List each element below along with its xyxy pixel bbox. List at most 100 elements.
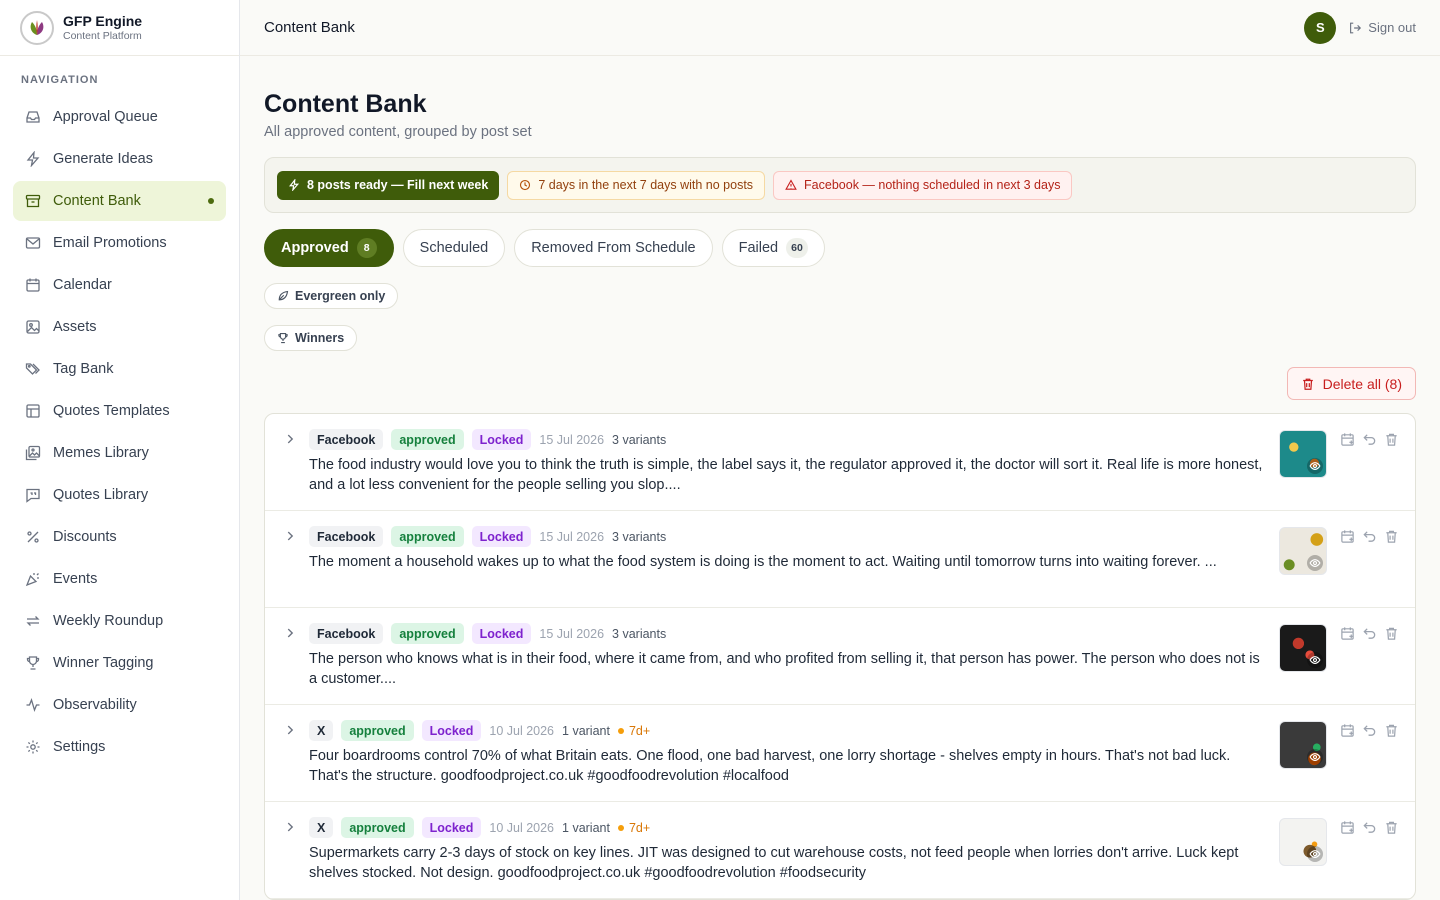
sidebar-item-approval-queue[interactable]: Approval Queue xyxy=(13,97,226,137)
sidebar-item-winner-tagging[interactable]: Winner Tagging xyxy=(13,643,226,683)
sidebar-item-memes-library[interactable]: Memes Library xyxy=(13,433,226,473)
brand-logo xyxy=(20,10,54,45)
sidebar-item-calendar[interactable]: Calendar xyxy=(13,265,226,305)
avatar[interactable]: S xyxy=(1304,11,1337,44)
sidebar-item-settings[interactable]: Settings xyxy=(13,727,226,767)
sidebar-item-events[interactable]: Events xyxy=(13,559,226,599)
status-badge: approved xyxy=(391,526,464,547)
gear-icon xyxy=(25,739,41,755)
undo-icon[interactable] xyxy=(1361,528,1377,544)
sidebar-item-generate-ideas[interactable]: Generate Ideas xyxy=(13,139,226,179)
post-date: 15 Jul 2026 xyxy=(539,626,605,641)
post-text: The food industry would love you to thin… xyxy=(309,457,1263,493)
chevron-right-icon[interactable] xyxy=(282,625,298,641)
sidebar-item-content-bank[interactable]: Content Bank xyxy=(13,181,226,221)
lock-badge: Locked xyxy=(421,720,482,741)
sidebar-item-label: Discounts xyxy=(53,529,117,545)
sign-out-button[interactable]: Sign out xyxy=(1348,20,1416,35)
schedule-icon[interactable] xyxy=(1339,528,1355,544)
row-actions xyxy=(1339,431,1405,447)
variant-count: 3 variants xyxy=(612,626,667,641)
alert-bar: 8 posts ready — Fill next week 7 days in… xyxy=(264,157,1416,213)
schedule-icon[interactable] xyxy=(1339,431,1355,447)
undo-icon[interactable] xyxy=(1361,722,1377,738)
winners-filter[interactable]: Winners xyxy=(264,325,358,351)
sidebar-item-label: Content Bank xyxy=(53,193,141,209)
platform-badge: X xyxy=(309,720,334,741)
trash-icon[interactable] xyxy=(1383,528,1399,544)
post-meta: X approved Locked 10 Jul 2026 1 variant … xyxy=(309,720,650,741)
post-thumbnail[interactable] xyxy=(1279,430,1327,478)
post-thumbnail[interactable] xyxy=(1279,721,1327,769)
sidebar-item-label: Quotes Templates xyxy=(53,403,170,419)
post-row[interactable]: Facebook approved Locked 15 Jul 2026 3 v… xyxy=(265,608,1415,705)
trash-icon[interactable] xyxy=(1383,819,1399,835)
trash-icon[interactable] xyxy=(1383,625,1399,641)
tags-icon xyxy=(25,361,41,377)
tab-approved[interactable]: Approved 8 xyxy=(264,229,394,267)
post-text: Four boardrooms control 70% of what Brit… xyxy=(309,748,1231,784)
variant-count: 1 variant xyxy=(562,820,610,835)
sidebar-item-quotes-library[interactable]: Quotes Library xyxy=(13,475,226,515)
chevron-right-icon[interactable] xyxy=(282,722,298,738)
post-row[interactable]: Facebook approved Locked 15 Jul 2026 3 v… xyxy=(265,414,1415,511)
main-content: Content Bank All approved content, group… xyxy=(264,56,1416,900)
sidebar-item-discounts[interactable]: Discounts xyxy=(13,517,226,557)
post-thumbnail[interactable] xyxy=(1279,818,1327,866)
sidebar-item-label: Quotes Library xyxy=(53,487,149,503)
post-date: 15 Jul 2026 xyxy=(539,432,605,447)
sidebar-item-weekly-roundup[interactable]: Weekly Roundup xyxy=(13,601,226,641)
sidebar-item-quotes-templates[interactable]: Quotes Templates xyxy=(13,391,226,431)
undo-icon[interactable] xyxy=(1361,431,1377,447)
eye-icon[interactable] xyxy=(1307,749,1323,765)
undo-icon[interactable] xyxy=(1361,819,1377,835)
platform-gap-label: Facebook — nothing scheduled in next 3 d… xyxy=(804,178,1061,192)
lightning-icon xyxy=(289,179,300,191)
post-date: 15 Jul 2026 xyxy=(539,529,605,544)
platform-gap-alert[interactable]: Facebook — nothing scheduled in next 3 d… xyxy=(773,170,1073,200)
repeat-icon xyxy=(25,613,41,629)
evergreen-filter[interactable]: Evergreen only xyxy=(264,283,399,309)
chevron-right-icon[interactable] xyxy=(282,431,298,447)
schedule-icon[interactable] xyxy=(1339,819,1355,835)
brand-title: GFP Engine xyxy=(63,12,143,29)
undo-icon[interactable] xyxy=(1361,625,1377,641)
post-row[interactable]: Facebook approved Locked 15 Jul 2026 3 v… xyxy=(265,511,1415,608)
warning-icon xyxy=(785,179,797,190)
post-thumbnail[interactable] xyxy=(1279,624,1327,672)
variant-count: 1 variant xyxy=(562,723,610,738)
sidebar-item-email-promotions[interactable]: Email Promotions xyxy=(13,223,226,263)
tab-removed-from-schedule[interactable]: Removed From Schedule xyxy=(514,229,713,267)
sidebar-item-tag-bank[interactable]: Tag Bank xyxy=(13,349,226,389)
tab-count: 8 xyxy=(356,238,377,258)
fill-next-week-button[interactable]: 8 posts ready — Fill next week xyxy=(277,170,500,200)
schedule-icon[interactable] xyxy=(1339,625,1355,641)
post-row[interactable]: X approved Locked 10 Jul 2026 1 variant … xyxy=(265,802,1415,899)
row-actions xyxy=(1339,528,1405,544)
image-icon xyxy=(25,319,41,335)
empty-days-alert[interactable]: 7 days in the next 7 days with no posts xyxy=(507,170,766,200)
chevron-right-icon[interactable] xyxy=(282,528,298,544)
chevron-right-icon[interactable] xyxy=(282,819,298,835)
status-badge: approved xyxy=(341,720,414,741)
eye-icon[interactable] xyxy=(1307,652,1323,668)
trash-icon[interactable] xyxy=(1383,431,1399,447)
post-thumbnail[interactable] xyxy=(1279,527,1327,575)
tab-label: Scheduled xyxy=(419,240,489,256)
sidebar-item-label: Approval Queue xyxy=(53,109,158,125)
winners-filter-label: Winners xyxy=(295,331,345,345)
brand[interactable]: GFP Engine Content Platform xyxy=(0,0,239,56)
eye-icon[interactable] xyxy=(1307,846,1323,862)
evergreen-filter-label: Evergreen only xyxy=(295,289,386,303)
delete-all-button[interactable]: Delete all (8) xyxy=(1286,367,1416,400)
tab-failed[interactable]: Failed 60 xyxy=(721,229,825,267)
tab-scheduled[interactable]: Scheduled xyxy=(402,229,506,267)
post-text: The moment a household wakes up to what … xyxy=(309,554,1217,570)
schedule-icon[interactable] xyxy=(1339,722,1355,738)
eye-icon[interactable] xyxy=(1307,555,1323,571)
eye-icon[interactable] xyxy=(1307,458,1323,474)
sidebar-item-observability[interactable]: Observability xyxy=(13,685,226,725)
post-row[interactable]: X approved Locked 10 Jul 2026 1 variant … xyxy=(265,705,1415,802)
sidebar-item-assets[interactable]: Assets xyxy=(13,307,226,347)
trash-icon[interactable] xyxy=(1383,722,1399,738)
